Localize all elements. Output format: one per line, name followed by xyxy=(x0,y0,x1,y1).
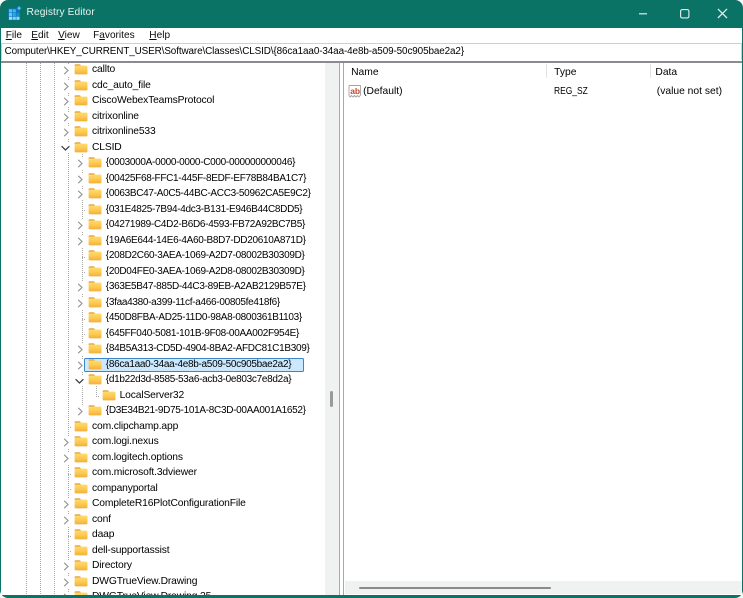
svg-text:ab: ab xyxy=(350,86,360,96)
